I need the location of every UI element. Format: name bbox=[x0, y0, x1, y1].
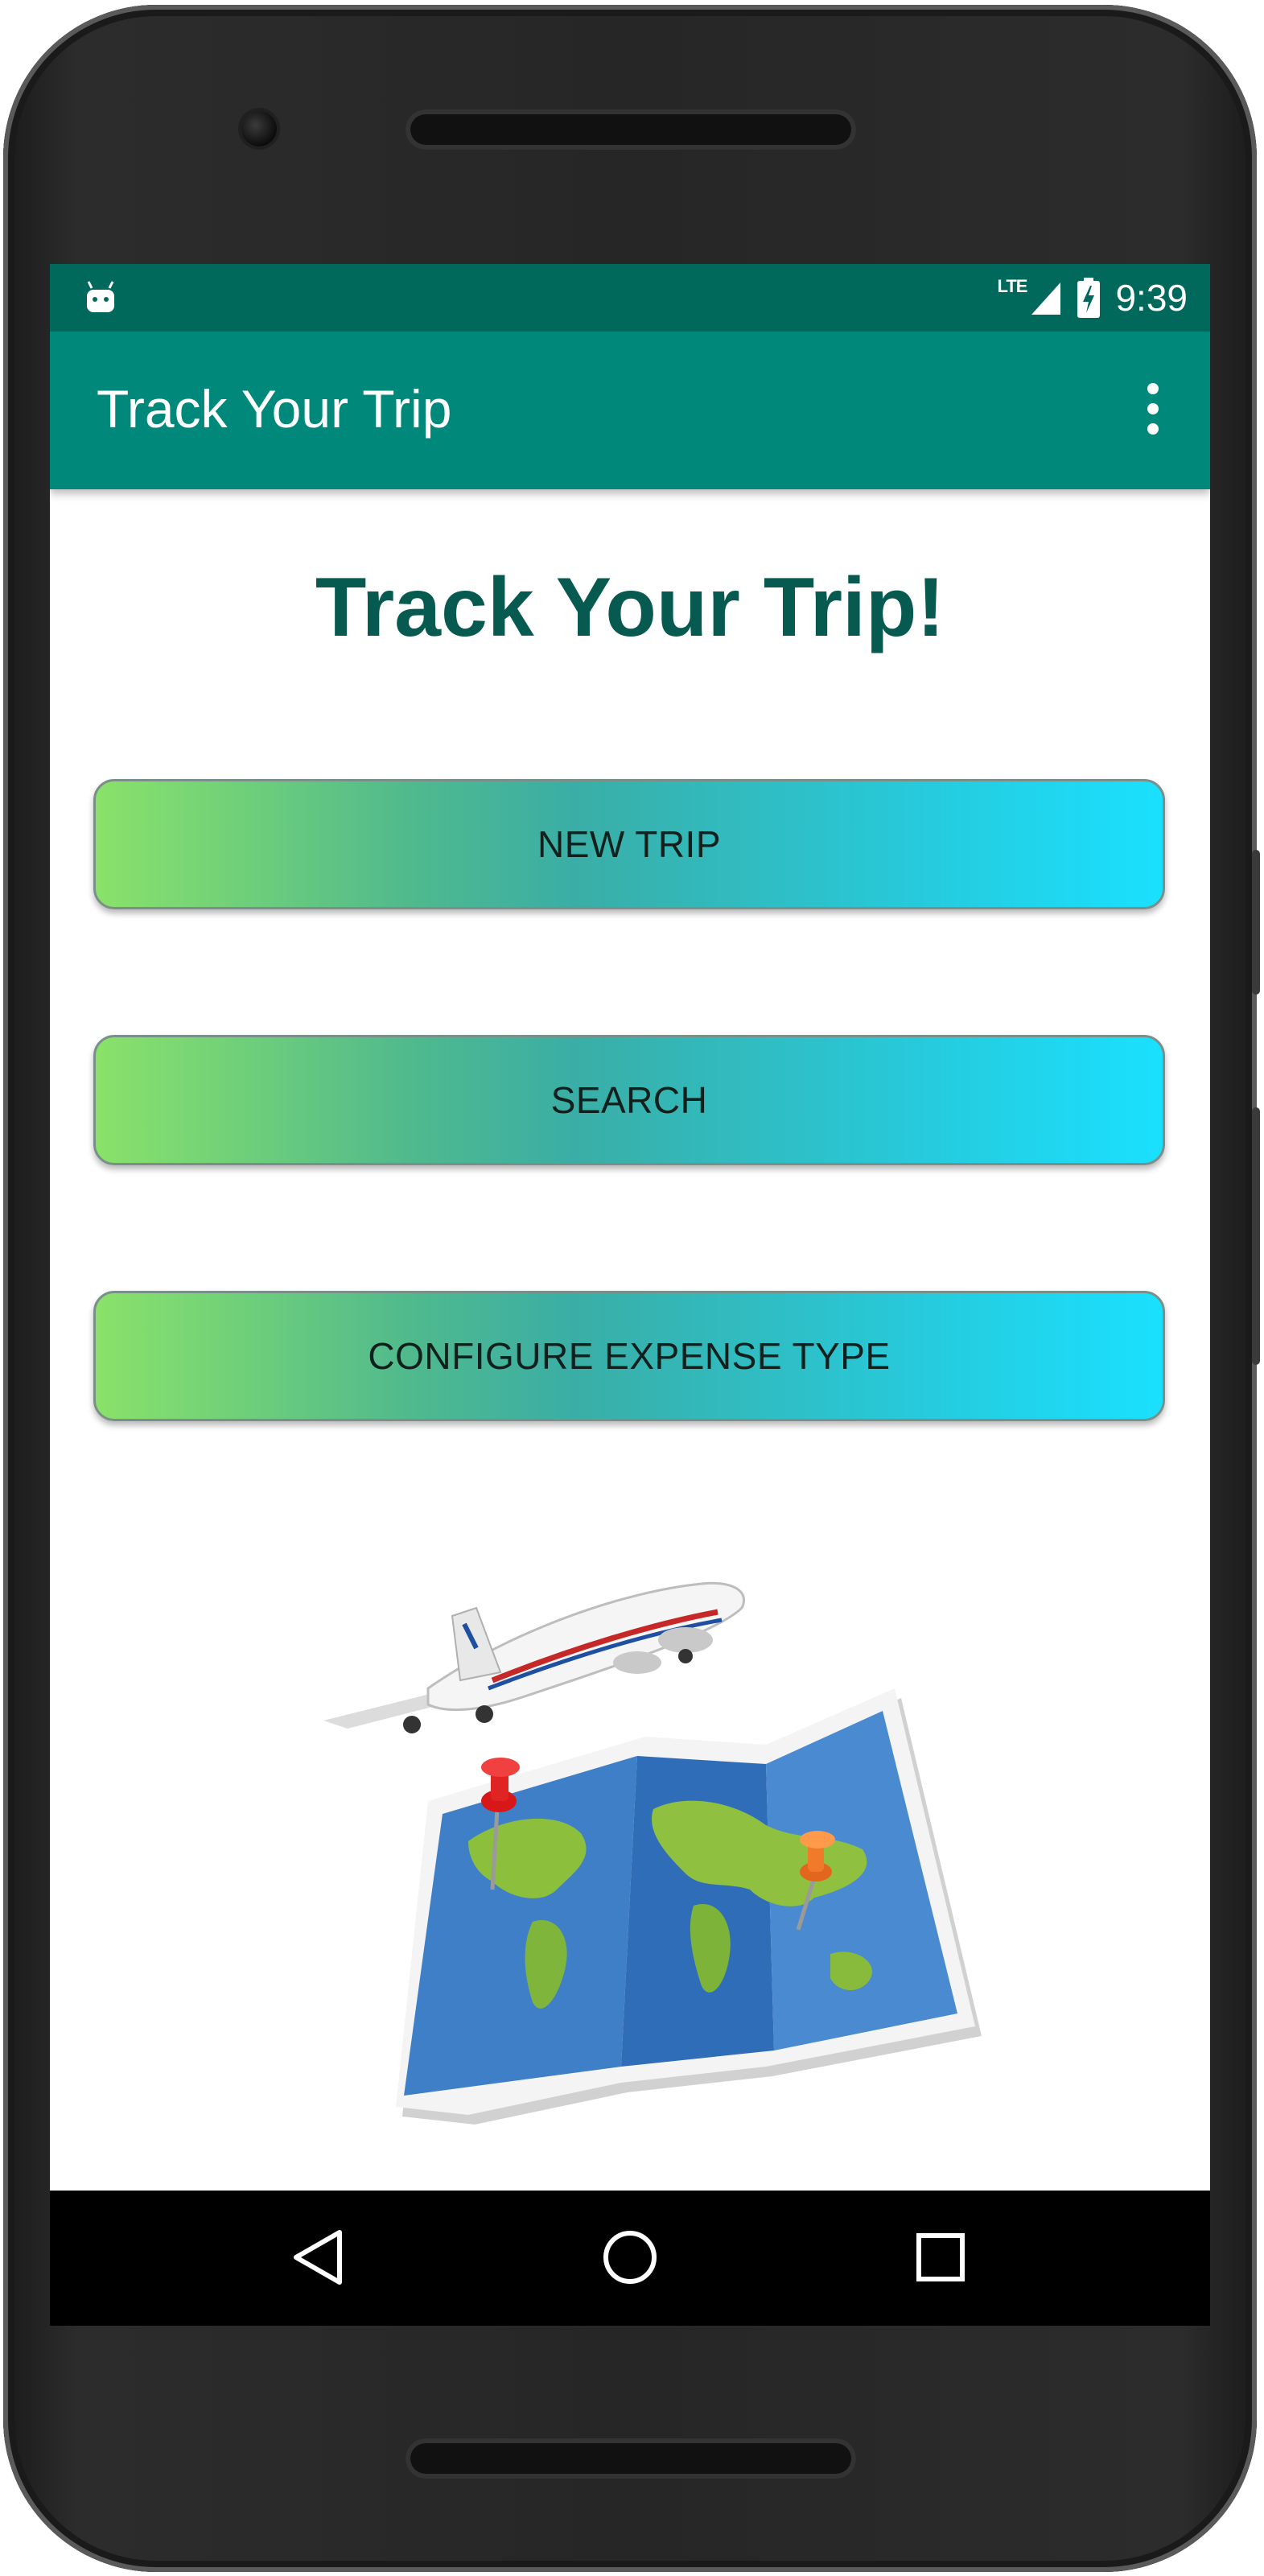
overflow-dot bbox=[1147, 403, 1159, 414]
overflow-dot bbox=[1147, 383, 1159, 394]
signal-icon bbox=[1031, 282, 1061, 315]
travel-illustration bbox=[323, 1581, 982, 2125]
front-camera bbox=[241, 111, 277, 146]
bottom-speaker bbox=[406, 2438, 856, 2479]
earpiece-speaker bbox=[406, 109, 856, 150]
power-button bbox=[1252, 850, 1260, 995]
configure-expense-type-button[interactable]: CONFIGURE EXPENSE TYPE bbox=[93, 1291, 1165, 1421]
world-map-image bbox=[396, 1688, 982, 2125]
network-type-label: LTE bbox=[997, 276, 1028, 296]
status-icons: LTE 9:39 bbox=[998, 270, 1188, 325]
android-notification-icon bbox=[87, 281, 114, 312]
app-bar: Track Your Trip bbox=[50, 332, 1210, 489]
screen: LTE 9:39 Track Your Trip Track Your Trip… bbox=[50, 264, 1210, 2326]
more-vert-icon[interactable] bbox=[1141, 383, 1165, 439]
page-title: Track Your Trip! bbox=[315, 561, 945, 654]
search-button[interactable]: SEARCH bbox=[93, 1035, 1165, 1165]
battery-charging-icon bbox=[1077, 278, 1101, 318]
recents-icon[interactable] bbox=[904, 2221, 977, 2294]
new-trip-button[interactable]: NEW TRIP bbox=[93, 779, 1165, 909]
status-bar: LTE 9:39 bbox=[50, 264, 1210, 332]
volume-button bbox=[1252, 1107, 1260, 1365]
home-icon[interactable] bbox=[594, 2221, 666, 2294]
airplane-icon bbox=[323, 1581, 745, 1733]
overflow-dot bbox=[1147, 423, 1159, 435]
back-icon[interactable] bbox=[283, 2221, 356, 2294]
app-title: Track Your Trip bbox=[97, 379, 452, 439]
navigation-bar bbox=[50, 2191, 1210, 2326]
clock: 9:39 bbox=[1115, 277, 1188, 319]
